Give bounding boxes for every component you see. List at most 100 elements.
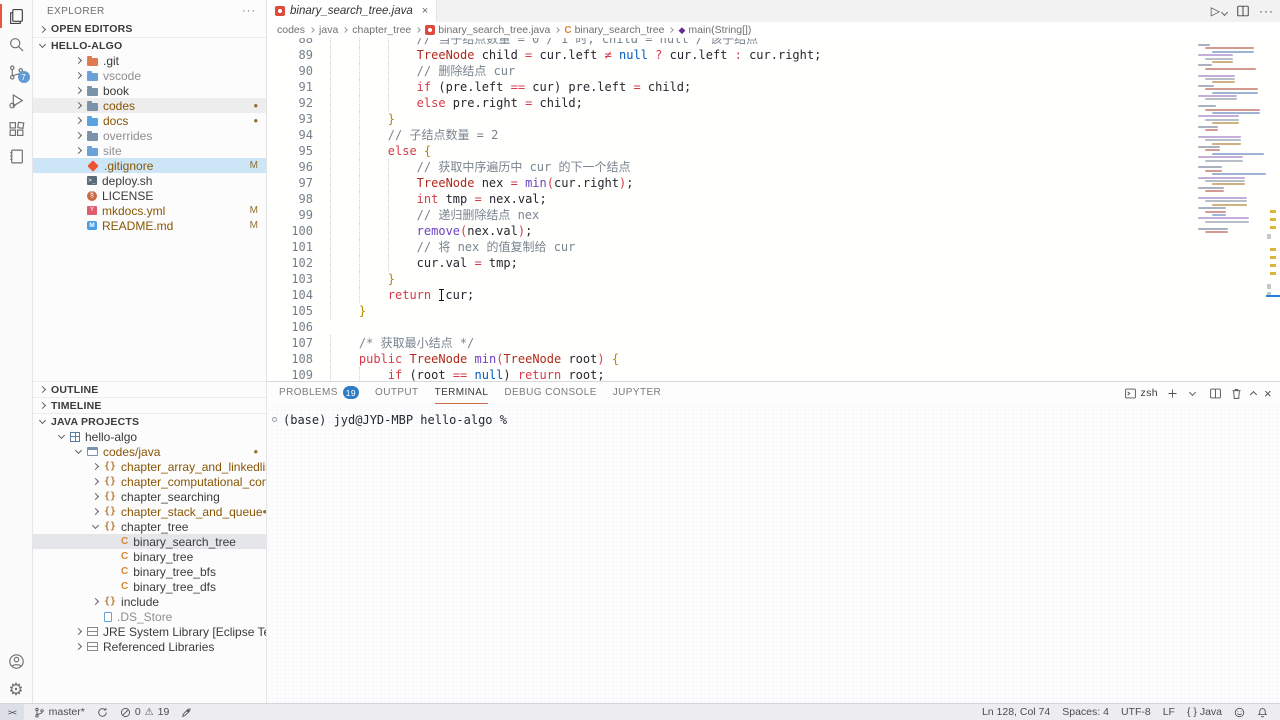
tree-item-chapter_computational_complexity[interactable]: {}chapter_computational_complexity• [33, 474, 266, 489]
status-language-mode[interactable]: { } Java [1181, 704, 1228, 720]
tree-item-deploy.sh[interactable]: >_deploy.sh [33, 173, 266, 188]
split-editor-button[interactable] [1236, 4, 1250, 18]
close-panel-button[interactable]: × [1264, 386, 1272, 401]
breadcrumb-item[interactable]: codes [277, 24, 305, 36]
maximize-panel-button[interactable] [1251, 389, 1256, 397]
tree-item-jresystemlibraryeclipsetemurin1717...[interactable]: JRE System Library [Eclipse Temurin 17 [… [33, 624, 266, 639]
minimap[interactable] [1194, 38, 1266, 381]
tab-binary-search-tree[interactable]: binary_search_tree.java × [267, 0, 437, 22]
activity-explorer[interactable] [0, 2, 33, 30]
panel-tab-output[interactable]: OUTPUT [375, 382, 419, 404]
section-java-projects[interactable]: JAVA PROJECTS [33, 413, 266, 429]
tree-item-hello-algo[interactable]: hello-algo [33, 429, 266, 444]
breadcrumb-item[interactable]: java [319, 24, 338, 36]
tree-item-docs[interactable]: docs• [33, 113, 266, 128]
tree-item-license[interactable]: §LICENSE [33, 188, 266, 203]
breadcrumb-item[interactable]: ◆main(String[]) [678, 24, 751, 36]
code-line-89[interactable]: 89TreeNode child = cur.left ≠ null ? cur… [267, 47, 1194, 63]
code-line-102[interactable]: 102cur.val = tmp; [267, 255, 1194, 271]
code-line-108[interactable]: 108public TreeNode min(TreeNode root) { [267, 351, 1194, 367]
terminal[interactable]: (base) jyd@JYD-MBP hello-algo % [267, 404, 1280, 703]
tree-item-include[interactable]: {}include [33, 594, 266, 609]
code-line-88[interactable]: 88// 当子结点数量 = 0 / 1 时, child = null / 该子… [267, 38, 1194, 47]
section-outline[interactable]: OUTLINE [33, 381, 266, 397]
code-line-107[interactable]: 107/* 获取最小结点 */ [267, 335, 1194, 351]
panel-tab-terminal[interactable]: TERMINAL [435, 382, 489, 404]
status-eol[interactable]: LF [1157, 704, 1181, 720]
activity-run-debug[interactable] [0, 86, 33, 114]
code-line-104[interactable]: 104return cur; [267, 287, 1194, 303]
activity-account[interactable] [0, 647, 33, 675]
run-button[interactable]: ▷ [1211, 4, 1227, 18]
status-cursor-position[interactable]: Ln 128, Col 74 [976, 704, 1056, 720]
terminal-dropdown-icon[interactable] [1187, 392, 1201, 395]
section-hello-algo[interactable]: HELLO-ALGO [33, 37, 266, 53]
tree-item-overrides[interactable]: overrides [33, 128, 266, 143]
section-timeline[interactable]: TIMELINE [33, 397, 266, 413]
tree-item-vscode[interactable]: vscode [33, 68, 266, 83]
code-line-97[interactable]: 97TreeNode nex = min(cur.right); [267, 175, 1194, 191]
sync-button[interactable] [91, 704, 114, 720]
code-line-94[interactable]: 94// 子结点数量 = 2 [267, 127, 1194, 143]
code-line-99[interactable]: 99// 递归删除结点 nex [267, 207, 1194, 223]
tree-item-book[interactable]: book [33, 83, 266, 98]
activity-settings[interactable]: ⚙ [0, 675, 33, 703]
code-line-92[interactable]: 92else pre.right = child; [267, 95, 1194, 111]
code-line-91[interactable]: 91if (pre.left == cur) pre.left = child; [267, 79, 1194, 95]
sidebar-more-actions-icon[interactable]: ··· [242, 5, 256, 17]
panel-tab-jupyter[interactable]: JUPYTER [613, 382, 661, 404]
code-line-109[interactable]: 109if (root == null) return root; [267, 367, 1194, 381]
activity-notebook[interactable] [0, 142, 33, 170]
shell-selector[interactable]: zsh [1124, 387, 1158, 400]
tree-item-.ds_store[interactable]: .DS_Store [33, 609, 266, 624]
tree-item-readme.md[interactable]: MREADME.mdM [33, 218, 266, 233]
code-line-96[interactable]: 96// 获取中序遍历中 cur 的下一个结点 [267, 159, 1194, 175]
activity-search[interactable] [0, 30, 33, 58]
code-editor[interactable]: 88// 当子结点数量 = 0 / 1 时, child = null / 该子… [267, 38, 1280, 381]
section-open-editors[interactable]: OPEN EDITORS [33, 21, 266, 37]
tree-item-mkdocs.yml[interactable]: Ymkdocs.ymlM [33, 203, 266, 218]
feedback-button[interactable] [1228, 704, 1251, 720]
remote-indicator[interactable]: >< [0, 704, 24, 720]
tree-item-site[interactable]: site [33, 143, 266, 158]
code-line-95[interactable]: 95else { [267, 143, 1194, 159]
tree-item-codes[interactable]: codes• [33, 98, 266, 113]
breadcrumb-item[interactable]: chapter_tree [352, 24, 411, 36]
tree-item-chapter_array_and_linkedlist[interactable]: {}chapter_array_and_linkedlist• [33, 459, 266, 474]
breadcrumb-item[interactable]: binary_search_tree.java [425, 24, 550, 36]
tree-item-referencedlibraries[interactable]: Referenced Libraries [33, 639, 266, 654]
close-icon[interactable]: × [422, 5, 428, 17]
overview-ruler[interactable] [1266, 38, 1280, 381]
activity-extensions[interactable] [0, 114, 33, 142]
tree-item-codesjava[interactable]: codes/java• [33, 444, 266, 459]
code-line-90[interactable]: 90// 删除结点 cur [267, 63, 1194, 79]
panel-tab-debug-console[interactable]: DEBUG CONSOLE [504, 382, 596, 404]
code-line-103[interactable]: 103} [267, 271, 1194, 287]
code-line-93[interactable]: 93} [267, 111, 1194, 127]
tree-item-chapter_stack_and_queue[interactable]: {}chapter_stack_and_queue• [33, 504, 266, 519]
tree-item-binary_search_tree[interactable]: Cbinary_search_tree [33, 534, 266, 549]
notifications-button[interactable] [1251, 704, 1274, 720]
new-terminal-button[interactable] [1166, 387, 1179, 400]
code-line-106[interactable]: 106 [267, 319, 1194, 335]
code-line-98[interactable]: 98int tmp = nex.val; [267, 191, 1194, 207]
tree-item-binary_tree_bfs[interactable]: Cbinary_tree_bfs [33, 564, 266, 579]
java-ready-status[interactable] [175, 704, 198, 720]
git-branch-status[interactable]: master* [28, 704, 91, 720]
status-encoding[interactable]: UTF-8 [1115, 704, 1157, 720]
problems-status[interactable]: 0 ⚠ 19 [114, 704, 176, 720]
tree-item-.git[interactable]: .git [33, 53, 266, 68]
code-line-105[interactable]: 105} [267, 303, 1194, 319]
split-terminal-button[interactable] [1209, 387, 1222, 400]
more-actions-icon[interactable]: ··· [1259, 4, 1274, 18]
panel-tab-problems[interactable]: PROBLEMS19 [279, 382, 359, 404]
kill-terminal-button[interactable] [1230, 387, 1243, 400]
code-line-100[interactable]: 100remove(nex.val); [267, 223, 1194, 239]
tree-item-binary_tree[interactable]: Cbinary_tree [33, 549, 266, 564]
tree-item-chapter_searching[interactable]: {}chapter_searching [33, 489, 266, 504]
activity-source-control[interactable]: 7 [0, 58, 33, 86]
status-indentation[interactable]: Spaces: 4 [1056, 704, 1115, 720]
code-line-101[interactable]: 101// 将 nex 的值复制给 cur [267, 239, 1194, 255]
tree-item-.gitignore[interactable]: .gitignoreM [33, 158, 266, 173]
tree-item-chapter_tree[interactable]: {}chapter_tree [33, 519, 266, 534]
